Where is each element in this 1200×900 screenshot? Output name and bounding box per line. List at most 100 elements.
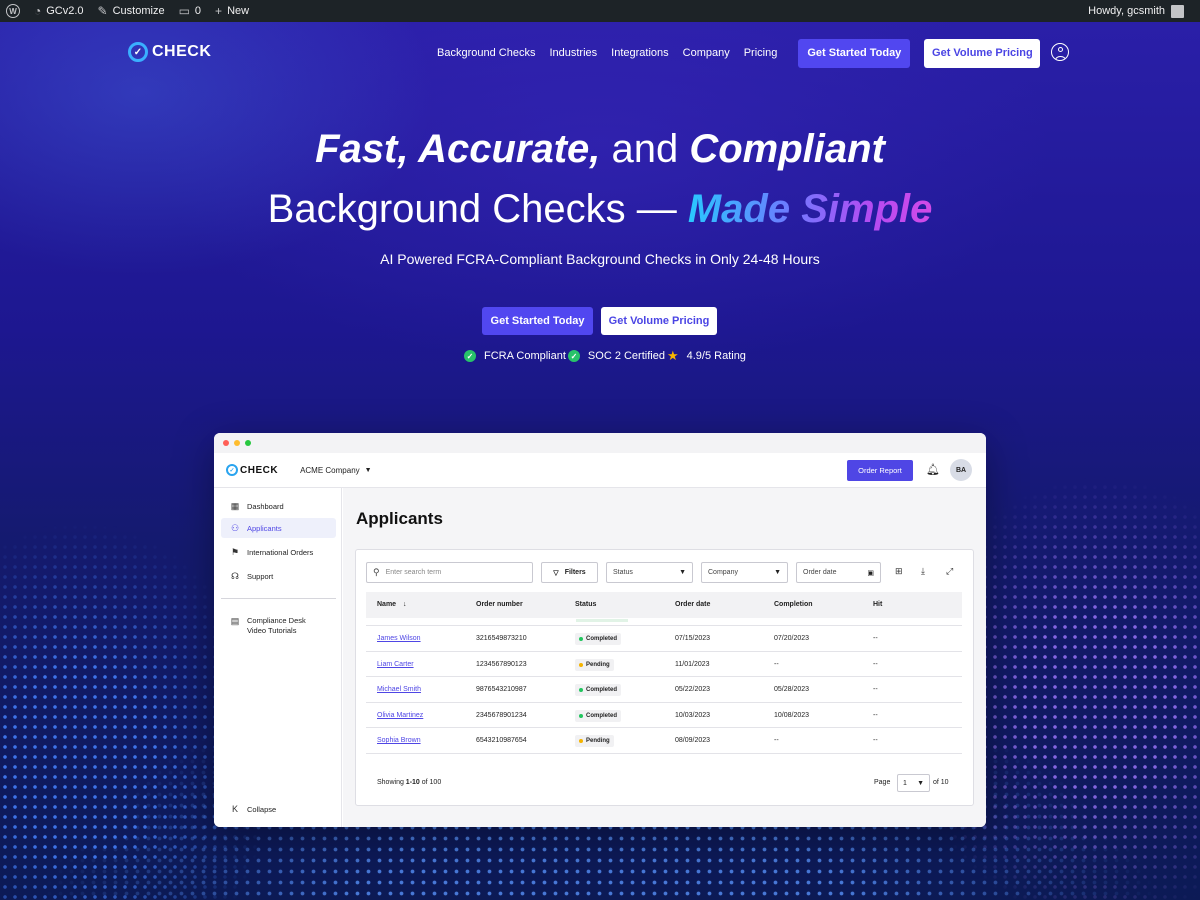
compliance-desk-label: Compliance Desk: [247, 616, 306, 625]
filters-button[interactable]: ▽ Filters: [541, 562, 598, 583]
applicant-name-link[interactable]: Sophia Brown: [377, 737, 421, 744]
company-select[interactable]: Company ▼: [701, 562, 788, 583]
download-icon[interactable]: ⤓: [921, 566, 925, 577]
columns-icon[interactable]: ⊞: [895, 566, 903, 577]
document-icon: ▤: [230, 616, 240, 626]
sidebar-divider: [221, 598, 336, 599]
admin-account-menu[interactable]: Howdy, gcsmith: [1088, 4, 1184, 18]
admin-new-link[interactable]: + New: [215, 0, 249, 22]
col-name-label: Name: [377, 601, 397, 608]
grid-icon: ▦: [230, 501, 240, 511]
table-row[interactable]: Olivia Martinez 2345678901234 Completed 10/…: [366, 703, 962, 729]
bell-icon[interactable]: 🔔︎: [926, 463, 940, 476]
check-logo-icon: ✓: [128, 42, 148, 62]
app-logo[interactable]: ✓ CHECK: [226, 464, 278, 476]
applicant-name-link[interactable]: Liam Carter: [377, 661, 414, 668]
collapse-icon: K: [231, 804, 238, 814]
sidebar-item-label: Applicants: [247, 523, 282, 533]
nav-get-started-button[interactable]: Get Started Today: [798, 38, 911, 68]
badge-fcra: ✓ FCRA Compliant: [464, 350, 566, 362]
status-badge: Completed: [575, 709, 622, 722]
admin-new-label: New: [227, 5, 250, 17]
company-select-label: Company: [708, 569, 738, 576]
hit-value: --: [873, 660, 878, 668]
page-select[interactable]: 1 ▼: [897, 774, 930, 792]
main-nav: Background Checks Industries Integration…: [437, 38, 1041, 68]
headline-made-simple: Made Simple: [687, 187, 933, 231]
applicant-name-link[interactable]: Olivia Martinez: [377, 712, 423, 719]
sidebar-item-dashboard[interactable]: ▦ Dashboard: [221, 496, 336, 516]
page-label: Page: [874, 779, 891, 786]
applicants-card: ⚲ Enter search term ▽ Filters Status ▼ C…: [355, 549, 974, 806]
sidebar-item-support[interactable]: ☊ Support: [221, 566, 336, 586]
status-label: Completed: [586, 712, 618, 719]
table-row[interactable]: James Wilson 3216549873210 Completed 07/15/…: [366, 626, 962, 652]
headline-compliant: Compliant: [689, 127, 885, 171]
nav-industries[interactable]: Industries: [549, 47, 597, 59]
table-toolbar: ⚲ Enter search term ▽ Filters Status ▼ C…: [366, 562, 966, 583]
admin-customize-label: Customize: [112, 5, 165, 17]
order-report-button[interactable]: Order Report: [847, 460, 913, 481]
admin-comments-link[interactable]: ▭ 0: [179, 0, 201, 22]
nav-pricing[interactable]: Pricing: [744, 47, 778, 59]
applicant-name-link[interactable]: James Wilson: [377, 635, 421, 642]
company-selector[interactable]: ACME Company ▼: [300, 466, 372, 475]
page-title: Applicants: [356, 509, 443, 528]
status-badge: Completed: [575, 633, 622, 645]
status-badge: Pending: [575, 658, 614, 671]
admin-site-name: GCv2.0: [46, 5, 84, 17]
order-date-select[interactable]: Order date ▣: [796, 562, 881, 583]
app-logo-text: CHECK: [240, 464, 279, 476]
nav-background-checks[interactable]: Background Checks: [437, 47, 535, 59]
collapse-label: Collapse: [247, 804, 277, 814]
col-completion[interactable]: Completion: [774, 601, 813, 608]
status-badge: Completed: [575, 684, 622, 697]
order-date: 10/03/2023: [675, 711, 711, 719]
col-status[interactable]: Status: [575, 601, 596, 608]
admin-site-link[interactable]: ◔ GCv2.0: [34, 0, 84, 22]
nav-company[interactable]: Company: [683, 47, 730, 59]
wordpress-logo-icon[interactable]: W: [6, 0, 20, 22]
order-number: 9876543210987: [476, 686, 527, 694]
page-select-value: 1: [903, 779, 907, 787]
sidebar-collapse-button[interactable]: K Collapse: [221, 799, 336, 819]
col-order-number[interactable]: Order number: [476, 601, 523, 608]
nav-volume-pricing-button[interactable]: Get Volume Pricing: [924, 38, 1041, 68]
status-label: Pending: [586, 738, 610, 745]
user-avatar[interactable]: BA: [950, 459, 972, 481]
status-dot: [579, 688, 583, 693]
check-logo-icon: ✓: [226, 464, 238, 476]
order-date: 11/01/2023: [675, 660, 710, 668]
site-logo[interactable]: ✓ CHECK: [128, 42, 211, 62]
window-maximize-dot: [245, 440, 251, 446]
table-row[interactable]: Liam Carter 1234567890123 Pending 11/01/202…: [366, 652, 962, 678]
search-input[interactable]: ⚲ Enter search term: [366, 562, 533, 583]
completion-date: --: [774, 737, 779, 745]
admin-comments-count: 0: [194, 5, 202, 17]
search-placeholder: Enter search term: [385, 569, 442, 576]
admin-customize-link[interactable]: ✎ Customize: [98, 0, 165, 22]
nav-integrations[interactable]: Integrations: [611, 47, 668, 59]
hero-get-started-button[interactable]: Get Started Today: [482, 307, 593, 335]
table-row[interactable]: Michael Smith 9876543210987 Completed 05/22…: [366, 677, 962, 703]
col-hit[interactable]: Hit: [873, 601, 882, 608]
sidebar-item-applicants[interactable]: ⚇ Applicants: [221, 518, 336, 538]
sidebar-item-compliance-desk[interactable]: ▤ Compliance Desk Video Tutorials: [221, 616, 336, 642]
sidebar-item-international-orders[interactable]: ⚑ International Orders: [221, 542, 336, 562]
flag-icon: ⚑: [230, 547, 240, 557]
col-name[interactable]: Name ↓: [377, 601, 407, 608]
table-row[interactable]: Sophia Brown 6543210987654 Pending 08/09/20…: [366, 728, 962, 754]
comment-icon: ▭: [178, 4, 190, 18]
hero-volume-pricing-button[interactable]: Get Volume Pricing: [601, 307, 717, 335]
expand-icon[interactable]: ⤢: [946, 566, 953, 577]
completion-date: 07/20/2023: [774, 635, 810, 642]
status-select[interactable]: Status ▼: [606, 562, 693, 583]
headline-and: and: [600, 127, 690, 171]
showing-range: 1-10: [405, 779, 420, 786]
account-icon[interactable]: [1051, 43, 1069, 61]
window-titlebar: [214, 433, 986, 453]
order-number: 6543210987654: [476, 737, 527, 745]
col-order-date[interactable]: Order date: [675, 601, 710, 608]
applicant-name-link[interactable]: Michael Smith: [377, 686, 421, 693]
headline-fast-accurate: Fast, Accurate,: [315, 127, 601, 171]
